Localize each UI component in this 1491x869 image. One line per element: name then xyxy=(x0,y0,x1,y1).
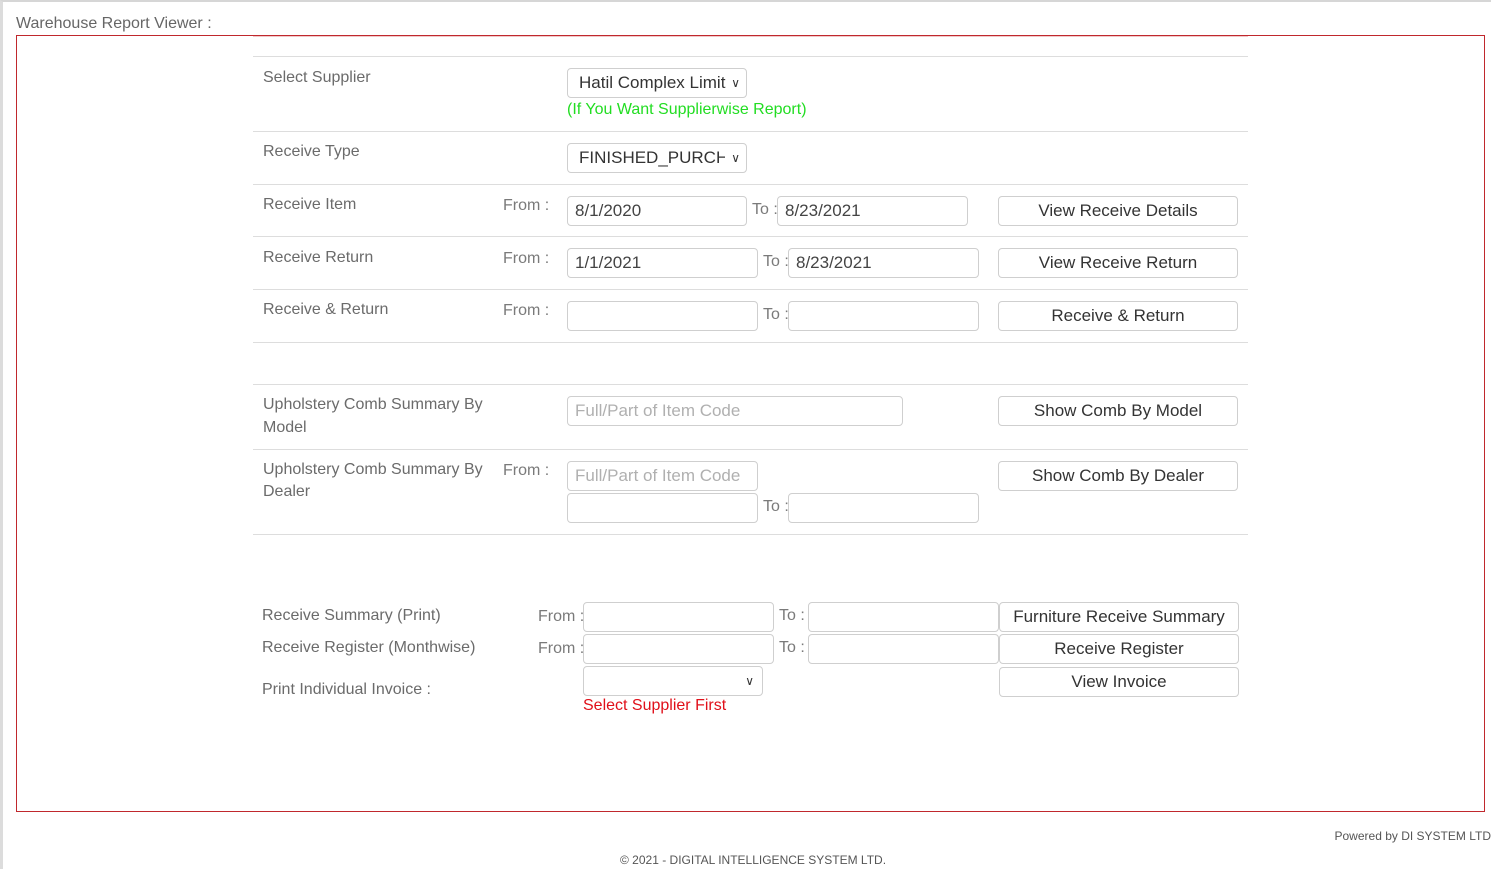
receive-item-to-label: To : xyxy=(752,201,778,218)
divider xyxy=(253,56,1248,57)
furniture-receive-summary-button[interactable]: Furniture Receive Summary xyxy=(999,602,1239,632)
receive-register-button[interactable]: Receive Register xyxy=(999,634,1239,664)
comb-by-dealer-item-code-input[interactable] xyxy=(567,461,758,491)
divider xyxy=(253,342,1248,343)
powered-by: Powered by DI SYSTEM LTD xyxy=(1334,829,1491,843)
show-comb-by-dealer-button[interactable]: Show Comb By Dealer xyxy=(998,461,1238,491)
receive-item-from-date[interactable] xyxy=(567,196,747,226)
chevron-down-icon: ∨ xyxy=(731,151,740,165)
receive-summary-from-date[interactable] xyxy=(583,602,774,632)
comb-by-dealer-to-label: To : xyxy=(763,498,789,515)
divider xyxy=(253,36,1248,37)
comb-by-dealer-label-line2: Dealer xyxy=(263,483,311,500)
page-title: Warehouse Report Viewer : xyxy=(16,15,212,32)
receive-return-to-label: To : xyxy=(763,253,789,270)
view-receive-details-button[interactable]: View Receive Details xyxy=(998,196,1238,226)
receive-register-to-date[interactable] xyxy=(808,634,999,664)
receive-and-return-label: Receive & Return xyxy=(263,301,389,318)
receive-item-to-date[interactable] xyxy=(777,196,968,226)
comb-by-dealer-from-date[interactable] xyxy=(567,493,758,523)
receive-register-from-date[interactable] xyxy=(583,634,774,664)
receive-register-from-label: From : xyxy=(538,640,585,657)
chevron-down-icon: ∨ xyxy=(731,76,740,90)
divider xyxy=(253,289,1248,290)
receive-and-return-from-label: From : xyxy=(503,302,550,319)
supplier-selected-value: Hatil Complex Limit xyxy=(579,73,726,92)
receive-register-label: Receive Register (Monthwise) xyxy=(262,639,476,656)
receive-return-from-date[interactable] xyxy=(567,248,758,278)
comb-by-model-label-line2: Model xyxy=(263,419,307,436)
divider xyxy=(253,236,1248,237)
receive-return-label: Receive Return xyxy=(263,249,374,266)
receive-summary-to-date[interactable] xyxy=(808,602,999,632)
receive-return-to-date[interactable] xyxy=(788,248,979,278)
divider xyxy=(253,449,1248,450)
chevron-down-icon: ∨ xyxy=(745,674,754,688)
receive-return-from-label: From : xyxy=(503,250,550,267)
divider xyxy=(253,184,1248,185)
receive-summary-from-label: From : xyxy=(538,608,585,625)
receive-item-label: Receive Item xyxy=(263,196,357,213)
comb-by-dealer-label-line1: Upholstery Comb Summary By xyxy=(263,461,483,478)
invoice-hint: Select Supplier First xyxy=(583,697,727,714)
supplier-label: Select Supplier xyxy=(263,69,371,86)
copyright: © 2021 - DIGITAL INTELLIGENCE SYSTEM LTD… xyxy=(620,853,887,867)
supplier-hint: (If You Want Supplierwise Report) xyxy=(567,101,807,118)
receive-item-from-label: From : xyxy=(503,197,550,214)
receive-and-return-to-date[interactable] xyxy=(788,301,979,331)
invoice-select[interactable]: ∨ xyxy=(583,666,763,696)
comb-by-model-label-line1: Upholstery Comb Summary By xyxy=(263,396,483,413)
receive-type-selected-value: FINISHED_PURCH xyxy=(579,148,725,167)
divider xyxy=(253,384,1248,385)
divider xyxy=(253,534,1248,535)
comb-by-dealer-to-date[interactable] xyxy=(788,493,979,523)
view-receive-return-button[interactable]: View Receive Return xyxy=(998,248,1238,278)
receive-summary-label: Receive Summary (Print) xyxy=(262,607,441,624)
divider xyxy=(253,131,1248,132)
receive-summary-to-label: To : xyxy=(779,607,805,624)
comb-by-model-item-code-input[interactable] xyxy=(567,396,903,426)
comb-by-dealer-from-label: From : xyxy=(503,462,550,479)
receive-and-return-button[interactable]: Receive & Return xyxy=(998,301,1238,331)
receive-and-return-to-label: To : xyxy=(763,306,789,323)
supplier-select[interactable]: Hatil Complex Limit ∨ xyxy=(567,68,747,98)
receive-type-select[interactable]: FINISHED_PURCH ∨ xyxy=(567,143,747,173)
show-comb-by-model-button[interactable]: Show Comb By Model xyxy=(998,396,1238,426)
receive-register-to-label: To : xyxy=(779,639,805,656)
receive-type-label: Receive Type xyxy=(263,143,360,160)
receive-and-return-from-date[interactable] xyxy=(567,301,758,331)
view-invoice-button[interactable]: View Invoice xyxy=(999,667,1239,697)
individual-invoice-label: Print Individual Invoice : xyxy=(262,681,431,698)
